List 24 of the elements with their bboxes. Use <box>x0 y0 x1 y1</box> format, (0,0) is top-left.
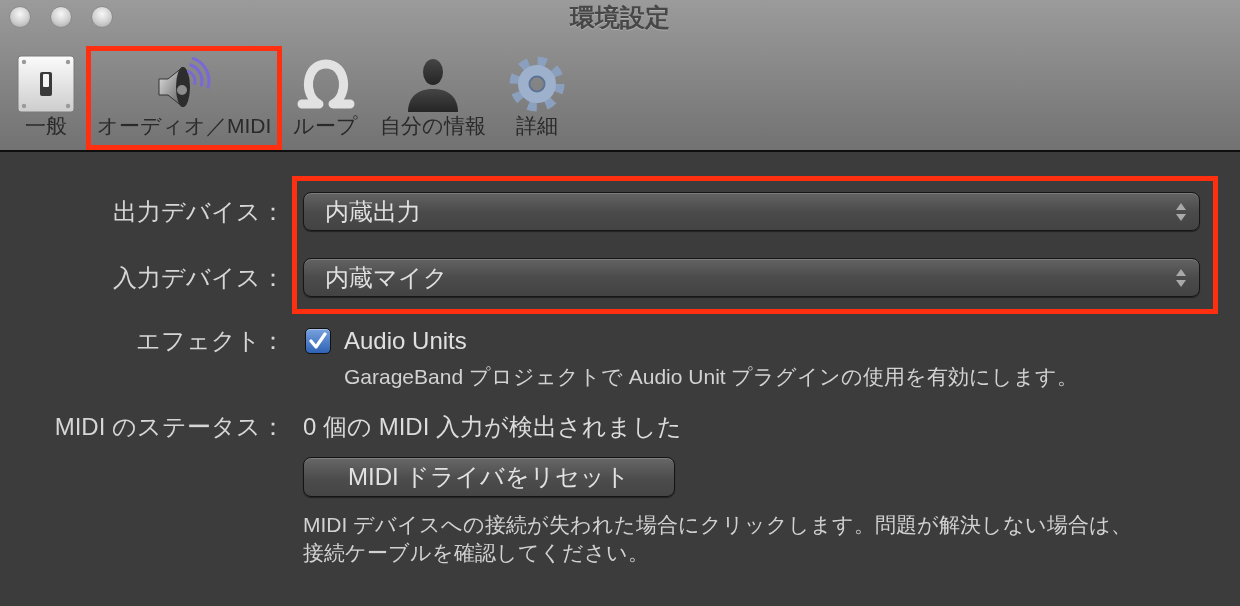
toolbar-button[interactable]: ループ <box>287 51 365 145</box>
toolbar-button[interactable]: 自分の情報 <box>374 51 493 145</box>
dropdown[interactable]: 内蔵出力 <box>303 192 1200 231</box>
field-label: 出力デバイス： <box>112 197 286 227</box>
checkbox-label[interactable]: Audio Units <box>344 327 467 355</box>
light-switch-icon <box>17 55 75 113</box>
reset-button[interactable]: MIDI ドライバをリセット <box>303 457 676 497</box>
toolbar-button[interactable]: 一般 <box>11 51 81 145</box>
window-button[interactable] <box>9 6 31 28</box>
status-text: 0 個の MIDI 入力が検出されました <box>303 413 682 441</box>
checkmark-icon <box>309 332 327 350</box>
help-text: MIDI デバイスへの接続が失われた場合にクリックします。問題が解決しない場合は、接続ケーブルを確認してください。 <box>303 512 1134 566</box>
field-label: 入力デバイス： <box>112 263 286 293</box>
window-button[interactable] <box>50 6 72 28</box>
window-title: 環境設定 <box>570 2 670 33</box>
field-label: MIDI のステータス： <box>53 413 286 441</box>
toolbar-button[interactable]: オーディオ／MIDI <box>91 51 278 145</box>
dropdown[interactable]: 内蔵マイク <box>303 258 1200 297</box>
help-text: GarageBand プロジェクトで Audio Unit プラグインの使用を有効にします。 <box>344 364 1080 390</box>
settings-gear-icon <box>508 55 567 113</box>
checkbox[interactable] <box>305 328 331 354</box>
field-label: エフェクト： <box>135 327 286 355</box>
window-button[interactable] <box>91 6 113 28</box>
toolbar-button[interactable]: 詳細 <box>502 51 573 145</box>
